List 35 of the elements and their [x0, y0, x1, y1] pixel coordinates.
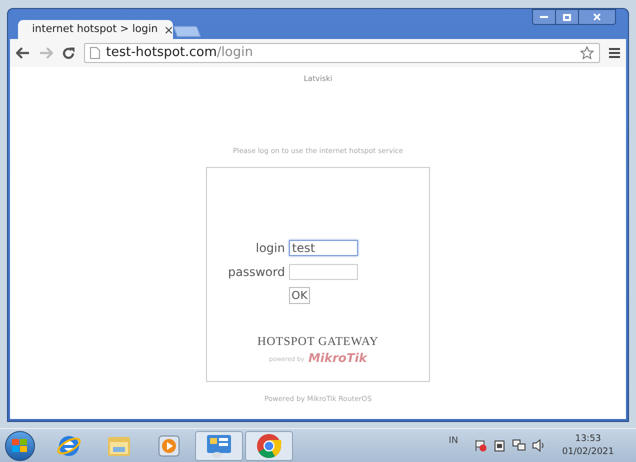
gateway-title: HOTSPOT GATEWAY — [257, 332, 379, 350]
browser-tab[interactable]: internet hotspot > login × — [18, 20, 173, 39]
page-icon — [90, 47, 100, 59]
tab-title: internet hotspot > login — [32, 22, 158, 37]
maximize-button[interactable] — [556, 9, 578, 25]
back-icon[interactable] — [16, 47, 30, 59]
close-window-button[interactable] — [578, 9, 616, 25]
url-text: test-hotspot.com/login — [106, 44, 254, 62]
input-field[interactable]: test — [288, 240, 358, 256]
menu-icon[interactable] — [609, 48, 620, 58]
field-label: password — [228, 264, 285, 281]
clock-date[interactable]: 01/02/2021 — [562, 446, 614, 458]
start-button[interactable] — [5, 430, 35, 460]
taskbar-app[interactable] — [195, 430, 243, 460]
input-field[interactable] — [288, 264, 358, 280]
reload-icon[interactable] — [62, 46, 75, 60]
play-icon — [157, 434, 181, 458]
control-panel-icon — [205, 432, 233, 458]
field-label: login — [254, 240, 285, 257]
star-icon[interactable] — [580, 46, 594, 60]
mikrotik-logo: MikroTik — [308, 352, 367, 364]
language-indicator[interactable]: IN — [448, 434, 458, 448]
taskbar-app[interactable] — [245, 430, 293, 460]
close-icon — [593, 13, 601, 21]
network-icon[interactable] — [512, 439, 526, 452]
address-bar[interactable]: test-hotspot.com/login — [84, 43, 600, 63]
volume-icon[interactable] — [532, 439, 546, 452]
tab-close-button[interactable]: × — [164, 24, 174, 36]
minimize-button[interactable] — [532, 9, 556, 25]
chrome-icon — [256, 432, 282, 458]
flag-icon[interactable] — [474, 439, 488, 452]
ok-button[interactable]: OK — [288, 286, 310, 304]
device-icon[interactable] — [493, 439, 506, 452]
windows-logo-icon — [12, 438, 28, 452]
clock-time[interactable]: 13:53 — [575, 432, 602, 446]
